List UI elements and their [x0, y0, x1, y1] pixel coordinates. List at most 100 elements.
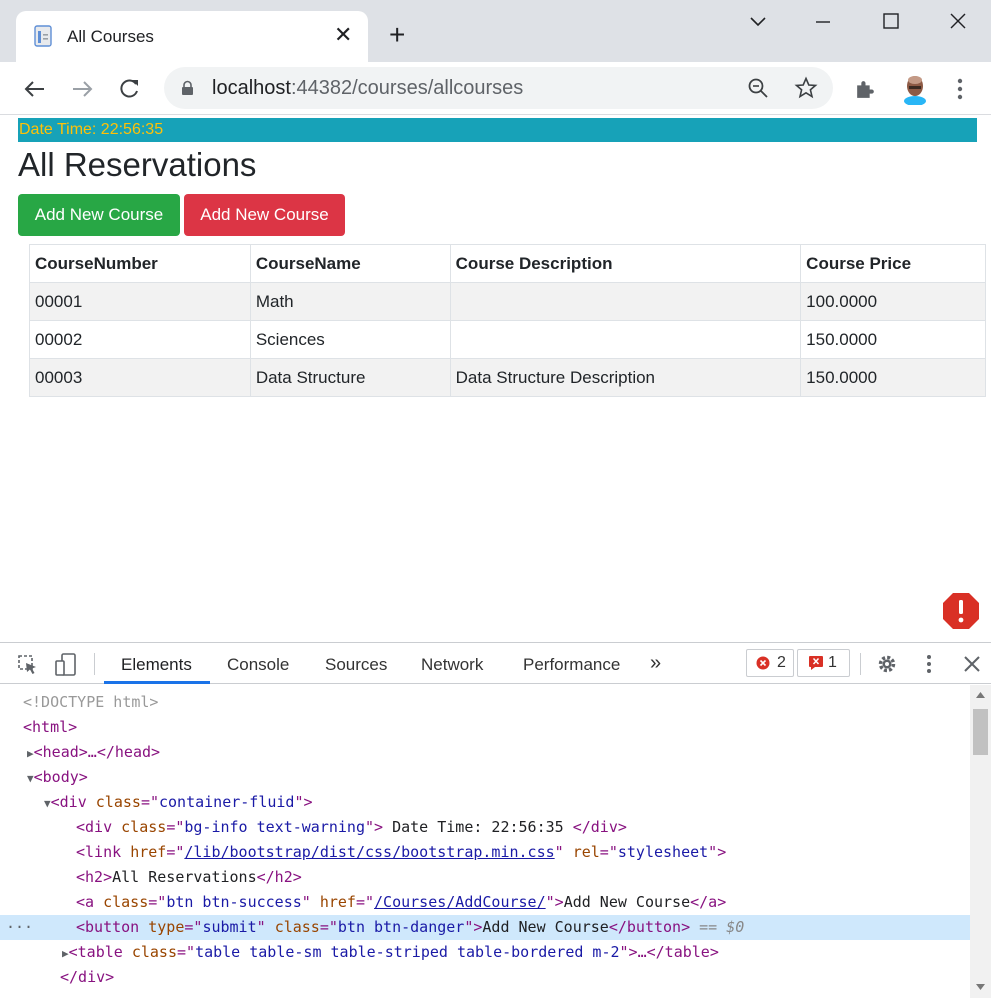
- tab-strip: All Courses ✕ +: [0, 0, 991, 62]
- issue-flag-icon: [809, 656, 823, 670]
- tab-network[interactable]: Network: [421, 655, 483, 675]
- dom-line-container-div[interactable]: ▼<div class="container-fluid">: [0, 790, 970, 815]
- devtools-tab-bar: Elements Console Sources Network Perform…: [0, 643, 991, 684]
- tab-performance[interactable]: Performance: [523, 655, 620, 675]
- tab-title: All Courses: [67, 27, 154, 46]
- course-price-cell: 150.0000: [800, 358, 986, 397]
- add-course-submit-button[interactable]: Add New Course: [184, 194, 345, 236]
- node-text: Add New Course: [563, 893, 691, 911]
- browser-menu-icon[interactable]: [950, 76, 970, 102]
- maximize-icon[interactable]: [871, 8, 911, 36]
- reload-icon[interactable]: [114, 74, 144, 104]
- devtools-panel: Elements Console Sources Network Perform…: [0, 642, 991, 998]
- course-price-cell: 150.0000: [800, 320, 986, 359]
- address-bar[interactable]: localhost:44382/courses/allcourses: [164, 67, 833, 109]
- url-text[interactable]: localhost:44382/courses/allcourses: [212, 77, 523, 100]
- dom-line-head[interactable]: ▶<head>…</head>: [0, 740, 970, 765]
- bookmark-star-icon[interactable]: [794, 76, 818, 100]
- tab-elements[interactable]: Elements: [121, 655, 192, 675]
- column-header: Course Description: [449, 244, 802, 283]
- browser-tab[interactable]: All Courses ✕: [16, 11, 368, 62]
- tab-sources[interactable]: Sources: [325, 655, 387, 675]
- dom-tree: <!DOCTYPE html> <html> ▶<head>…</head> ▼…: [0, 685, 970, 998]
- course-name-cell: Data Structure: [249, 358, 451, 397]
- doctype-text: <!DOCTYPE html>: [23, 693, 159, 711]
- attr-link[interactable]: /lib/bootstrap/dist/css/bootstrap.min.cs…: [184, 843, 554, 861]
- column-header: Course Price: [800, 244, 986, 283]
- course-number-cell: 00002: [29, 320, 251, 359]
- dom-line-link[interactable]: <link href="/lib/bootstrap/dist/css/boot…: [0, 840, 970, 865]
- error-count: 2: [777, 654, 786, 671]
- close-devtools-icon[interactable]: [962, 654, 982, 674]
- page-title: All Reservations: [18, 146, 257, 183]
- scrollbar-thumb[interactable]: [973, 709, 988, 755]
- attr-value: submit: [202, 918, 257, 936]
- table-row: 00002 Sciences 150.0000: [29, 320, 986, 359]
- lock-icon[interactable]: [181, 80, 194, 96]
- error-octagon-icon[interactable]: [941, 591, 981, 631]
- scroll-up-arrow-icon[interactable]: [975, 691, 986, 699]
- page-favicon-icon: [34, 25, 52, 47]
- attr-value: container-fluid: [159, 793, 295, 811]
- close-window-icon[interactable]: [938, 8, 978, 36]
- dom-line-h2[interactable]: <h2>All Reservations</h2>: [0, 865, 970, 890]
- course-description-cell: [449, 282, 802, 321]
- dom-line-table[interactable]: ▶<table class="table table-sm table-stri…: [0, 940, 970, 965]
- column-header: CourseName: [249, 244, 451, 283]
- dom-line-body[interactable]: ▼<body>: [0, 765, 970, 790]
- extensions-puzzle-icon[interactable]: [853, 77, 878, 102]
- devtools-menu-icon[interactable]: [919, 653, 939, 675]
- expand-triangle-icon[interactable]: ▶: [27, 747, 34, 760]
- scroll-down-arrow-icon[interactable]: [975, 983, 986, 991]
- tab-search-chevron-icon[interactable]: [738, 8, 778, 36]
- back-arrow-icon[interactable]: [20, 74, 50, 104]
- attr-value: stylesheet: [617, 843, 709, 861]
- inspect-element-icon[interactable]: [17, 654, 38, 675]
- minimize-icon[interactable]: [803, 8, 843, 36]
- forward-arrow-icon[interactable]: [67, 74, 97, 104]
- tab-console[interactable]: Console: [227, 655, 289, 675]
- dom-line-html[interactable]: <html>: [0, 715, 970, 740]
- course-description-cell: [449, 320, 802, 359]
- selected-node-marker: == $0: [690, 918, 745, 936]
- table-row: 00001 Math 100.0000: [29, 282, 986, 321]
- expand-triangle-icon[interactable]: ▶: [62, 947, 69, 960]
- new-tab-icon[interactable]: +: [389, 20, 405, 50]
- attr-value: table table-sm table-striped table-borde…: [195, 943, 620, 961]
- html-tag: <html>: [23, 718, 78, 736]
- settings-gear-icon[interactable]: [876, 653, 898, 675]
- dom-line-anchor[interactable]: <a class="btn btn-success" href="/Course…: [0, 890, 970, 915]
- courses-table: CourseNumber CourseName Course Descripti…: [29, 244, 986, 397]
- issues-count-badge[interactable]: 1: [797, 649, 850, 677]
- dom-scrollbar[interactable]: [970, 685, 991, 998]
- course-number-cell: 00001: [29, 282, 251, 321]
- device-toolbar-icon[interactable]: [55, 653, 77, 676]
- more-tabs-icon[interactable]: »: [650, 652, 661, 675]
- issue-count: 1: [828, 654, 837, 671]
- attr-link[interactable]: /Courses/AddCourse/: [374, 893, 546, 911]
- profile-avatar[interactable]: [900, 73, 930, 105]
- zoom-out-icon[interactable]: [747, 77, 769, 99]
- node-actions-icon[interactable]: ···: [6, 915, 33, 940]
- course-name-cell: Math: [249, 282, 451, 321]
- active-tab-indicator: [104, 681, 210, 684]
- node-text: Date Time: 22:56:35: [383, 818, 573, 836]
- body-tag: <body>: [33, 768, 88, 786]
- course-price-cell: 100.0000: [800, 282, 986, 321]
- add-course-link-button[interactable]: Add New Course: [18, 194, 180, 236]
- date-time-bar: Date Time: 22:56:35: [18, 118, 977, 142]
- collapse-triangle-icon[interactable]: ▼: [44, 797, 51, 810]
- collapse-triangle-icon[interactable]: ▼: [27, 772, 34, 785]
- table-header-row: CourseNumber CourseName Course Descripti…: [29, 244, 986, 283]
- dom-line-info-div[interactable]: <div class="bg-info text-warning"> Date …: [0, 815, 970, 840]
- dom-line-div-close[interactable]: </div>: [0, 965, 970, 990]
- page-viewport: Date Time: 22:56:35 All Reservations Add…: [0, 116, 991, 642]
- table-row: 00003 Data Structure Data Structure Desc…: [29, 358, 986, 397]
- head-tag: <head>…</head>: [33, 743, 161, 761]
- error-count-badge[interactable]: 2: [746, 649, 794, 677]
- dom-line-doctype[interactable]: <!DOCTYPE html>: [0, 690, 970, 715]
- browser-toolbar: localhost:44382/courses/allcourses: [0, 62, 991, 115]
- dom-line-button-selected[interactable]: ··· <button type="submit" class="btn btn-…: [0, 915, 970, 940]
- tab-close-icon[interactable]: ✕: [334, 23, 352, 47]
- course-number-cell: 00003: [29, 358, 251, 397]
